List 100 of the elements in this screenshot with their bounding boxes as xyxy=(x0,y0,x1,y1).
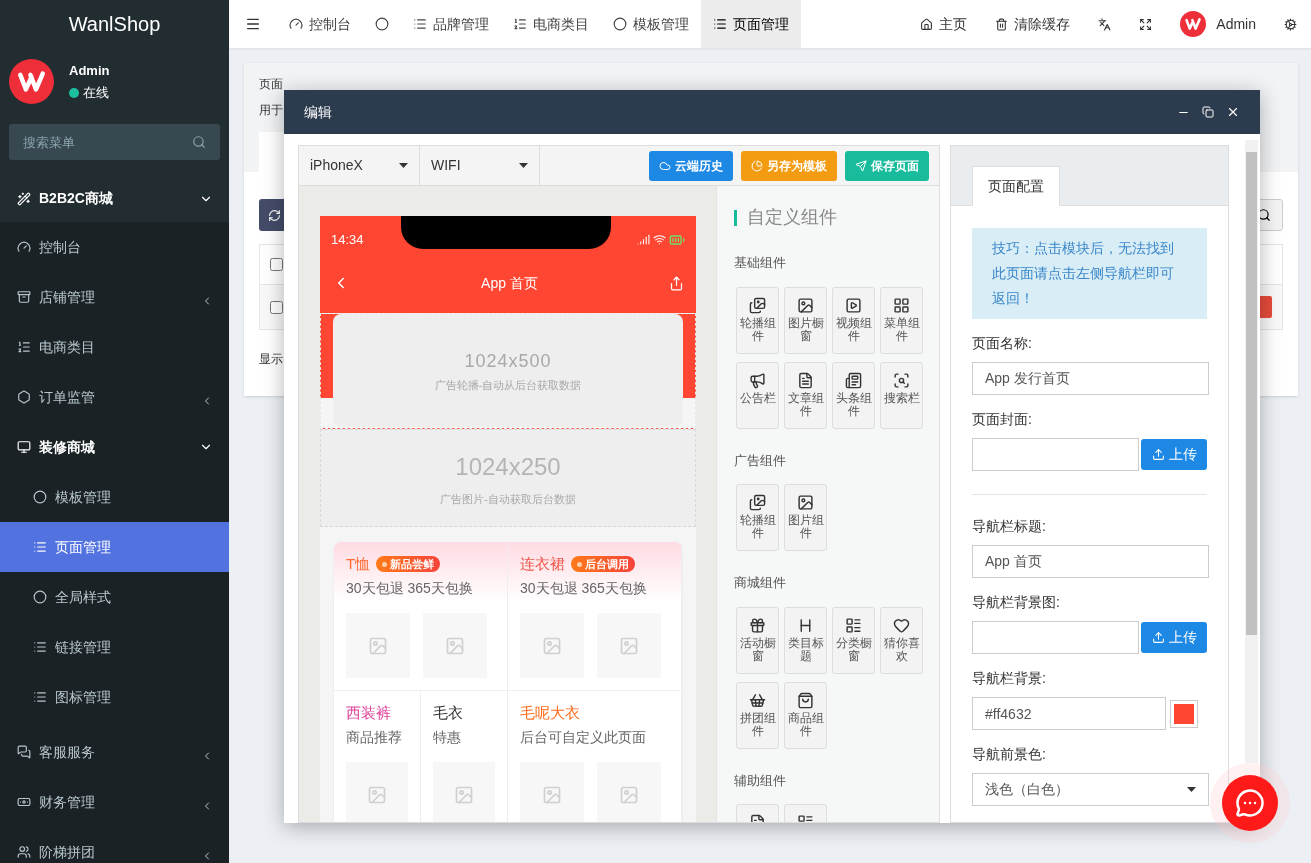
component-tile[interactable]: 搜索栏 xyxy=(880,361,923,429)
circle-icon xyxy=(375,17,389,31)
sidebar-item[interactable]: 电商类目 xyxy=(0,322,229,372)
action-button[interactable]: 云端历史 xyxy=(649,150,733,181)
basket-icon xyxy=(749,691,766,709)
config-tab[interactable]: 页面配置 xyxy=(972,166,1060,206)
sidebar-item[interactable]: 客服服务 xyxy=(0,727,229,777)
nav-tab[interactable]: 控制台 xyxy=(277,0,363,48)
shopping-bag-icon xyxy=(797,691,814,709)
avatar-icon xyxy=(9,59,54,104)
toolbar-item[interactable]: 主页 xyxy=(906,0,982,48)
caret-icon xyxy=(1187,787,1196,792)
component-tile[interactable]: 视频组件 xyxy=(832,286,875,354)
component-tile[interactable]: 活动橱窗 xyxy=(736,606,779,674)
document-icon xyxy=(797,371,814,389)
nav-tab[interactable]: 模板管理 xyxy=(601,0,701,48)
file-path-field[interactable] xyxy=(972,438,1139,471)
numbered-list-icon xyxy=(513,17,527,31)
field-label: 导航栏背景: xyxy=(972,669,1046,688)
menu-icon[interactable] xyxy=(245,16,261,32)
nav-tab[interactable]: 页面管理 xyxy=(701,0,801,48)
component-tile[interactable]: 头条组件 xyxy=(832,361,875,429)
sidebar-item[interactable]: 订单监管 xyxy=(0,372,229,422)
product-title: 西装裤 xyxy=(346,702,391,723)
row-checkbox[interactable] xyxy=(270,300,283,314)
newspaper-icon xyxy=(845,371,862,389)
sidebar-item[interactable]: 装修商城 xyxy=(0,422,229,472)
component-tile[interactable]: 图片组件 xyxy=(784,484,827,551)
images-icon xyxy=(749,296,766,314)
color-swatch[interactable] xyxy=(1170,699,1198,728)
images-icon xyxy=(749,494,766,511)
component-tile[interactable]: 菜单组件 xyxy=(880,286,923,354)
ad-caption: 广告图片-自动获取后台数据 xyxy=(440,491,576,507)
component-tile[interactable]: 轮播组件 xyxy=(736,484,779,551)
magic-wand-icon xyxy=(17,191,31,206)
component-tile[interactable]: 文章组件 xyxy=(784,361,827,429)
monitor-icon xyxy=(17,440,31,454)
component-tile[interactable]: 图片橱窗 xyxy=(784,286,827,354)
color-field[interactable]: #ff4632 xyxy=(972,697,1166,730)
megaphone-icon xyxy=(749,371,766,389)
network-select[interactable]: WIFI xyxy=(420,146,540,185)
component-tile[interactable]: 类目标题 xyxy=(784,606,827,674)
wifi-icon xyxy=(653,233,666,246)
file-path-field[interactable] xyxy=(972,621,1139,654)
nav-tab[interactable]: 品牌管理 xyxy=(401,0,501,48)
sidebar-item[interactable]: B2B2C商城 xyxy=(0,175,229,222)
page-description: 用于 xyxy=(259,102,283,119)
search-field[interactable]: 搜索菜单 xyxy=(9,124,220,160)
sidebar-item[interactable]: 图标管理 xyxy=(0,672,229,722)
user-status: 在线 xyxy=(83,84,109,102)
list-icon xyxy=(33,640,47,654)
restore-icon[interactable] xyxy=(1202,106,1214,118)
home-icon xyxy=(920,17,934,31)
sidebar-item[interactable]: 模板管理 xyxy=(0,472,229,522)
select-field[interactable]: 浅色（白色） xyxy=(972,773,1209,806)
sidebar-item[interactable]: 阶梯拼团 xyxy=(0,827,229,863)
heart-icon xyxy=(893,616,910,634)
device-select[interactable]: iPhoneX xyxy=(299,146,420,185)
field-label: 导航前景色: xyxy=(972,745,1046,764)
product-badge: 新品尝鲜 xyxy=(376,556,441,572)
text-field[interactable]: App 发行首页 xyxy=(972,362,1209,395)
user-menu[interactable]: Admin xyxy=(1166,0,1270,48)
group-label: 辅助组件 xyxy=(734,771,787,790)
scrollbar[interactable] xyxy=(1245,140,1258,763)
upload-button[interactable]: 上传 xyxy=(1141,622,1207,653)
component-tile[interactable]: 分类橱窗 xyxy=(832,606,875,674)
upload-button[interactable]: 上传 xyxy=(1141,439,1207,470)
share-icon[interactable] xyxy=(669,275,684,291)
product-badge: 后台调用 xyxy=(571,556,635,572)
component-tile[interactable]: 公告栏 xyxy=(736,361,779,429)
chat-bubbles-icon xyxy=(17,745,31,759)
gauge-icon xyxy=(17,240,31,254)
sidebar-item[interactable]: 财务管理 xyxy=(0,777,229,827)
group-label: 广告组件 xyxy=(734,451,787,470)
toolbar-item[interactable]: 清除缓存 xyxy=(981,0,1085,48)
sidebar-item[interactable]: 页面管理 xyxy=(0,522,229,572)
sidebar-item[interactable]: 全局样式 xyxy=(0,572,229,622)
list-icon xyxy=(413,17,427,31)
component-tile[interactable]: 轮播组件 xyxy=(736,286,779,354)
component-tile[interactable]: 拼团组件 xyxy=(736,681,779,749)
sidebar-item[interactable]: 控制台 xyxy=(0,222,229,272)
caret-icon xyxy=(519,163,528,168)
brand-logo: WanlShop xyxy=(68,12,161,37)
image-icon xyxy=(797,296,814,314)
nav-tab[interactable]: 电商类目 xyxy=(501,0,601,48)
tip-message: 技巧：点击模块后，无法找到此页面请点击左侧导航栏即可返回！ xyxy=(972,228,1207,319)
component-tile[interactable]: 猜你喜欢 xyxy=(880,606,923,674)
layout-list-icon xyxy=(845,616,862,634)
select-all-checkbox[interactable] xyxy=(270,258,283,271)
sidebar-item[interactable]: 店铺管理 xyxy=(0,272,229,322)
fullscreen-icon xyxy=(1139,17,1153,31)
status-time: 14:34 xyxy=(331,230,364,249)
text-field[interactable]: App 首页 xyxy=(972,545,1209,578)
hexagon-icon xyxy=(17,390,31,404)
image-icon xyxy=(445,635,465,656)
list-icon xyxy=(33,690,47,704)
sidebar-item[interactable]: 链接管理 xyxy=(0,622,229,672)
component-tile[interactable]: 商品组件 xyxy=(784,681,827,749)
image-icon xyxy=(368,635,388,656)
close-icon[interactable] xyxy=(1226,105,1240,119)
